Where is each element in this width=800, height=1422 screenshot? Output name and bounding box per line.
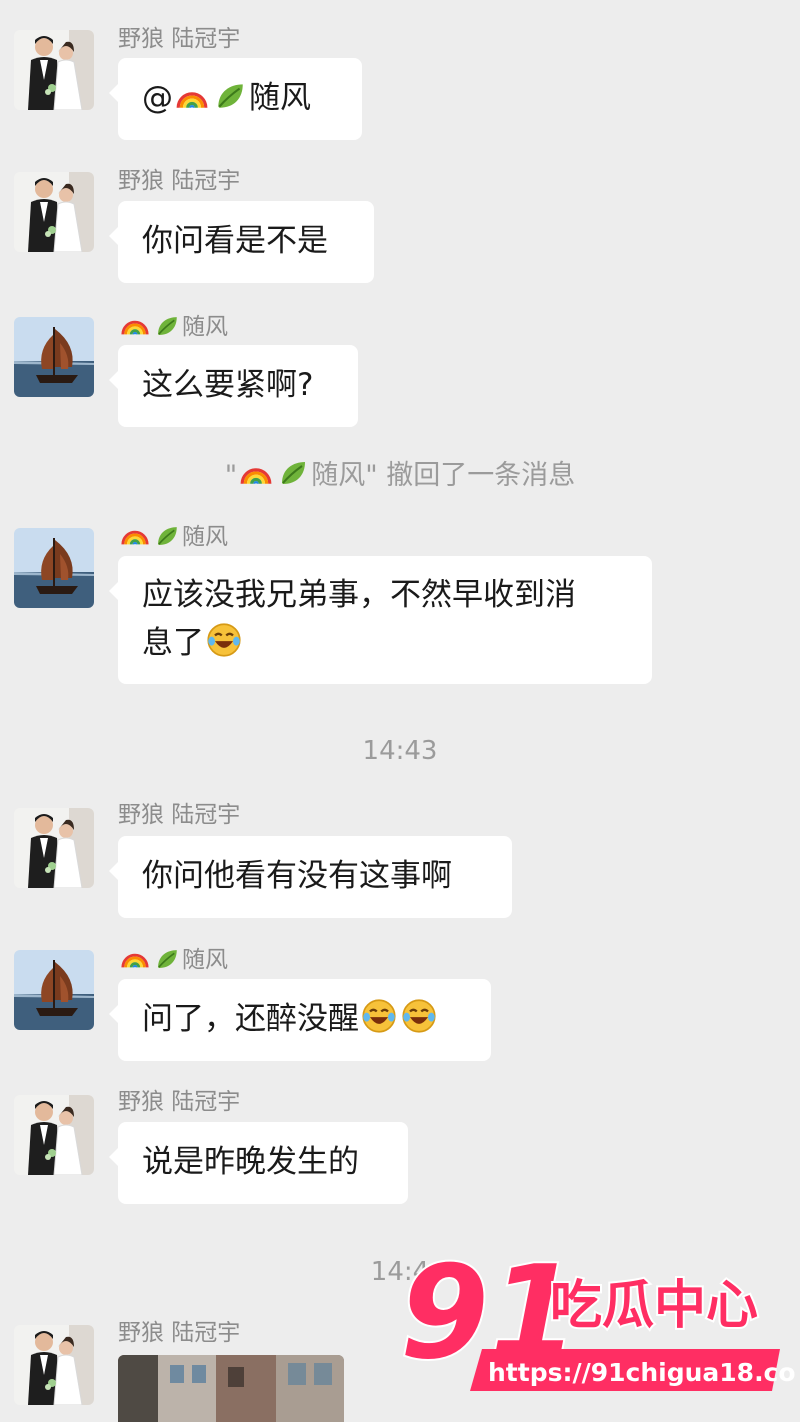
leaf-emoji-icon <box>154 523 180 549</box>
mention-at: @ <box>142 80 173 116</box>
timestamp: 14:43 <box>362 736 438 766</box>
message-bubble[interactable]: 应该没我兄弟事，不然早收到消 息了 <box>109 556 652 684</box>
rainbow-emoji-icon <box>120 942 150 972</box>
message-text-line: 息了 <box>142 619 628 667</box>
sender-name: 随风 <box>118 309 228 342</box>
message-bubble[interactable]: 说是昨晚发生的 <box>109 1122 408 1204</box>
recall-text: " 撤回了一条消息 <box>365 460 576 491</box>
watermark-brand: 吃瓜中心 <box>550 1276 758 1336</box>
message-text: 问了，还醉没醒 <box>142 1001 359 1037</box>
laughing-crying-emoji-icon <box>361 998 397 1034</box>
leaf-emoji-icon <box>154 946 180 972</box>
message-text: 你问看是不是 <box>142 223 328 259</box>
sender-name: 野狼 陆冠宇 <box>118 168 241 194</box>
message-text: 说是昨晚发生的 <box>142 1144 359 1180</box>
message-text: 随风 <box>249 80 311 116</box>
laughing-crying-emoji-icon <box>401 998 437 1034</box>
rainbow-emoji-icon <box>175 79 209 113</box>
sender-name: 野狼 陆冠宇 <box>118 802 241 828</box>
sender-name: 野狼 陆冠宇 <box>118 1320 241 1346</box>
message-bubble[interactable]: 你问他看有没有这事啊 <box>109 836 512 918</box>
avatar-user-a[interactable] <box>14 30 94 110</box>
leaf-emoji-icon <box>213 79 247 113</box>
sender-name-text: 随风 <box>182 314 228 340</box>
recall-notice: " 随风" 撤回了一条消息 <box>0 453 800 492</box>
sender-name: 随风 <box>118 519 228 552</box>
watermark-url: https://91chigua18.com <box>488 1358 795 1387</box>
photo-thumbnail <box>118 1355 344 1422</box>
rainbow-emoji-icon <box>239 455 273 489</box>
avatar-user-a[interactable] <box>14 172 94 252</box>
image-message[interactable] <box>118 1355 344 1422</box>
leaf-emoji-icon <box>277 457 309 489</box>
sender-name-text: 随风 <box>182 947 228 973</box>
message-bubble[interactable]: 这么要紧啊? <box>109 345 358 427</box>
laughing-crying-emoji-icon <box>206 622 242 658</box>
recall-sender: 随风 <box>311 460 366 491</box>
avatar-user-b[interactable] <box>14 950 94 1030</box>
message-bubble[interactable]: 问了，还醉没醒 <box>109 979 491 1061</box>
sender-name: 野狼 陆冠宇 <box>118 26 241 52</box>
avatar-user-a[interactable] <box>14 1325 94 1405</box>
leaf-emoji-icon <box>154 313 180 339</box>
watermark-logo: 91 吃瓜中心 https://91chigua18.com <box>398 1237 800 1405</box>
message-bubble[interactable]: 你问看是不是 <box>109 201 374 283</box>
message-text-line: 应该没我兄弟事，不然早收到消 <box>142 577 576 613</box>
message-bubble[interactable]: @ 随风 <box>109 58 362 140</box>
rainbow-emoji-icon <box>120 309 150 339</box>
sender-name-text: 随风 <box>182 524 228 550</box>
message-text: 你问他看有没有这事啊 <box>142 858 452 894</box>
sender-name: 随风 <box>118 942 228 975</box>
avatar-user-a[interactable] <box>14 1095 94 1175</box>
avatar-user-a[interactable] <box>14 808 94 888</box>
rainbow-emoji-icon <box>120 519 150 549</box>
avatar-user-b[interactable] <box>14 528 94 608</box>
message-text: 这么要紧啊? <box>142 367 314 403</box>
avatar-user-b[interactable] <box>14 317 94 397</box>
sender-name: 野狼 陆冠宇 <box>118 1089 241 1115</box>
